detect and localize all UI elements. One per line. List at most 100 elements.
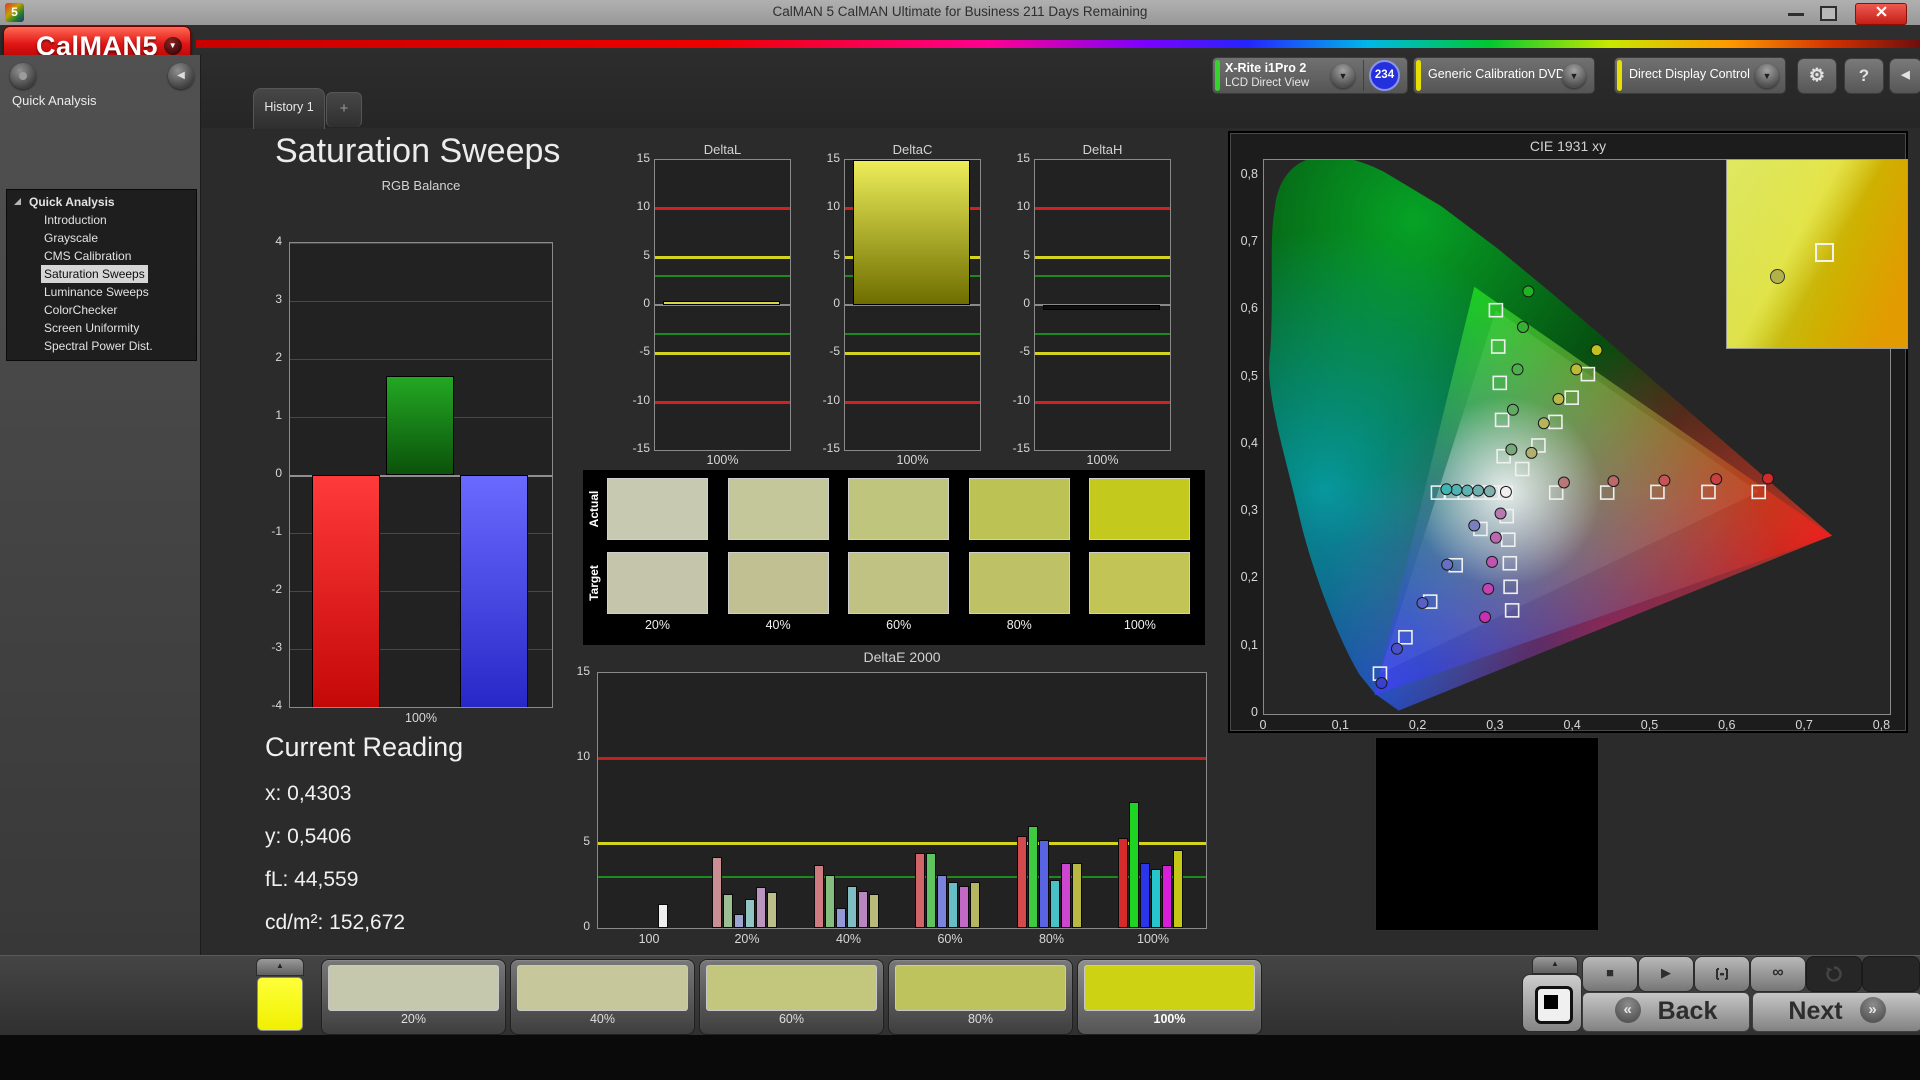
play-button[interactable]: ▶ [1638, 956, 1694, 992]
pattern-level-60%[interactable]: 60% [699, 959, 884, 1035]
restore-icon[interactable] [1820, 6, 1837, 21]
delta-bar [853, 160, 970, 305]
rgb-balance-chart: RGB Balance 100% 4 3 2 1 0 -1 -2 -3 -4 [222, 178, 566, 738]
deltae-bar-40%-magenta [857, 890, 868, 928]
pattern-level-label: 20% [400, 1012, 427, 1026]
deltae-bar-100%-cyan [1151, 868, 1161, 928]
target-swatch-80% [968, 552, 1070, 614]
actual-swatch-40% [727, 478, 829, 540]
source-dropdown[interactable]: Generic Calibration DVD ▼ [1413, 57, 1595, 94]
cie-measured-cyan-4 [1450, 483, 1463, 496]
expand-transport-panel-button[interactable]: ▲ [1532, 956, 1578, 974]
logo-menu-chevron-icon[interactable]: ▼ [164, 37, 182, 55]
deltae-bar-20%-yellow [767, 892, 777, 928]
pattern-color-swatch [1084, 965, 1255, 1011]
tree-item-label: Introduction [44, 213, 107, 227]
tree-item-label: ColorChecker [44, 303, 118, 317]
y-axis: 0,8 0,7 0,6 0,5 0,4 0,3 0,2 0,1 0 [1230, 133, 1260, 735]
deltae-bar-40%-cyan [846, 885, 857, 928]
plot-area [597, 672, 1207, 929]
pattern-level-80%[interactable]: 80% [888, 959, 1073, 1035]
up-arrow-icon: ▲ [1551, 959, 1559, 968]
ref-line [845, 400, 980, 404]
minimize-icon[interactable] [1788, 13, 1804, 16]
deltae-bar-20%-green [723, 894, 733, 928]
saturation-swatch-table: Actual Target 20% 40% 60% 80% 100% [583, 470, 1205, 645]
deltae-bar-20%-red [712, 856, 722, 928]
refresh-button[interactable] [1806, 956, 1862, 992]
pattern-level-100%[interactable]: 100% [1077, 959, 1262, 1035]
active-pattern-chip[interactable] [257, 977, 303, 1031]
tree-item-spectral-power-dist[interactable]: Spectral Power Dist. [7, 337, 196, 355]
collapse-sidebar-button[interactable]: ◀ [168, 63, 194, 89]
stop-button[interactable]: ■ [1582, 956, 1638, 992]
chart-title: DeltaL [703, 142, 742, 157]
loop-button[interactable]: ∞ [1750, 956, 1806, 992]
collapse-left-icon: ◀ [177, 70, 185, 81]
target-swatch-100% [1089, 552, 1191, 614]
tree-item-colorchecker[interactable]: ColorChecker [7, 301, 196, 319]
tab-history-1[interactable]: History 1 [253, 88, 325, 129]
meter-dropdown[interactable]: X-Rite i1Pro 2 LCD Direct View ▼ 234 [1212, 57, 1408, 94]
back-button[interactable]: « Back [1582, 992, 1750, 1032]
tree-item-introduction[interactable]: Introduction [7, 211, 196, 229]
gridline [290, 243, 552, 244]
frame-step-button[interactable] [1694, 956, 1750, 992]
y-tick-label: 15 [576, 664, 590, 678]
y-tick-label: 3 [275, 292, 282, 306]
tree-item-screen-uniformity[interactable]: Screen Uniformity [7, 319, 196, 337]
tree-item-root[interactable]: Quick Analysis [7, 193, 196, 211]
delta-l-chart: DeltaL 100% 15 10 5 0 -5 -10 -15 [610, 140, 800, 470]
help-button[interactable]: ? [1844, 58, 1884, 94]
display-control-chevron-down-icon[interactable]: ▼ [1755, 64, 1779, 88]
close-button[interactable] [1855, 3, 1907, 25]
y-tick-label: 10 [826, 199, 840, 214]
deltae-bar-20%-cyan [745, 899, 755, 928]
y-tick-label: 0,6 [1240, 301, 1258, 316]
tree-item-luminance-sweeps[interactable]: Luminance Sweeps [7, 283, 196, 301]
tree-item-cms-calibration[interactable]: CMS Calibration [7, 247, 196, 265]
cie-measured-red-2 [1607, 475, 1620, 488]
next-button[interactable]: Next » [1752, 992, 1920, 1032]
pattern-level-20%[interactable]: 20% [321, 959, 506, 1035]
chart-title: CIE 1931 xy [1529, 138, 1607, 154]
pattern-color-swatch [706, 965, 877, 1011]
tree-item-grayscale[interactable]: Grayscale [7, 229, 196, 247]
display-control-name: Direct Display Control [1629, 67, 1750, 81]
y-tick-label: 0 [643, 296, 650, 310]
collapse-right-panel-button[interactable]: ◀ [1889, 58, 1920, 94]
actual-swatch-20% [607, 478, 708, 540]
meter-count-badge[interactable]: 234 [1369, 60, 1400, 91]
tree-item-saturation-sweeps[interactable]: Saturation Sweeps [7, 265, 196, 283]
ref-line [1035, 275, 1170, 277]
close-icon [1875, 6, 1887, 17]
pattern-level-40%[interactable]: 40% [510, 959, 695, 1035]
meter-name: X-Rite i1Pro 2 [1225, 61, 1307, 75]
actual-swatch-80% [968, 478, 1070, 540]
pattern-window-icon [1535, 986, 1573, 1024]
plot-area [844, 159, 981, 451]
tree-item-label: Quick Analysis [29, 195, 115, 209]
settings-button[interactable]: ⚙ [1797, 58, 1837, 94]
refresh-icon [1826, 965, 1842, 982]
y-tick-label: -4 [271, 698, 282, 712]
display-control-dropdown[interactable]: Direct Display Control ▼ [1614, 57, 1786, 94]
record-button[interactable] [1862, 956, 1920, 992]
deltae-bar-100%-green [1129, 802, 1139, 928]
cie-measured-blue-3 [1416, 596, 1429, 609]
pattern-level-label: 60% [778, 1012, 805, 1026]
deltae-bar-60%-yellow [970, 882, 980, 928]
back-arrow-icon: « [1614, 997, 1641, 1024]
source-chevron-down-icon[interactable]: ▼ [1562, 64, 1586, 88]
current-reading-fl: fL: 44,559 [265, 868, 359, 891]
y-tick-label: 0 [833, 296, 840, 310]
ref-line [655, 400, 790, 404]
add-tab-button[interactable]: + [326, 92, 362, 127]
meter-chevron-down-icon[interactable]: ▼ [1331, 64, 1355, 88]
x-axis-label: 100% [896, 453, 929, 467]
x-group-label: 20% [734, 932, 760, 946]
expand-pattern-panel-button[interactable]: ▲ [256, 958, 304, 976]
workflow-menu-button[interactable] [10, 63, 36, 89]
pattern-window-button[interactable] [1522, 974, 1582, 1032]
chart-title: DeltaE 2000 [863, 649, 941, 665]
